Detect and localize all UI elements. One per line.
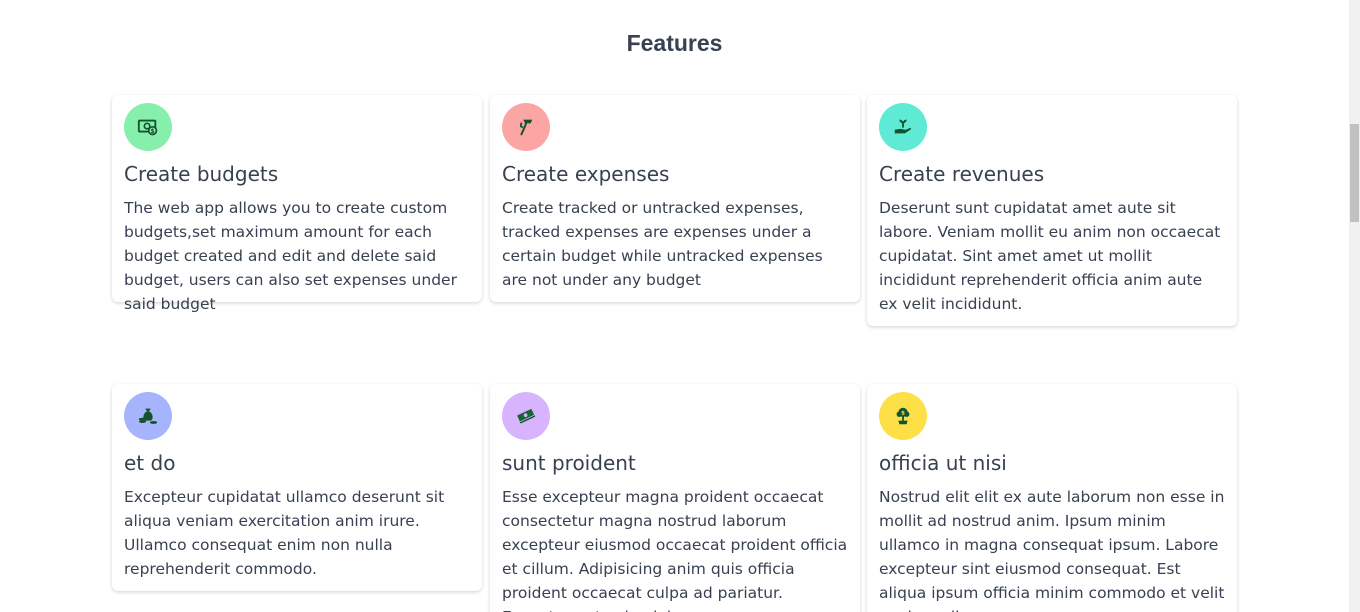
feature-title: officia ut nisi bbox=[879, 451, 1007, 475]
feature-card-officia-ut-nisi: $ officia ut nisi Nostrud elit elit ex a… bbox=[867, 384, 1237, 612]
feature-card-sunt-proident: sunt proident Esse excepteur magna proid… bbox=[490, 384, 860, 612]
hand-holding-money-icon bbox=[502, 103, 550, 151]
feature-card-create-expenses: Create expenses Create tracked or untrac… bbox=[490, 95, 860, 302]
scrollbar-thumb[interactable] bbox=[1350, 124, 1359, 222]
feature-title: Create expenses bbox=[502, 162, 670, 186]
feature-description: Deserunt sunt cupidatat amet aute sit la… bbox=[879, 199, 1221, 313]
svg-text:$: $ bbox=[151, 128, 155, 135]
feature-description: Nostrud elit elit ex aute laborum non es… bbox=[879, 488, 1225, 612]
feature-card-create-budgets: $ Create budgets The web app allows you … bbox=[112, 95, 482, 313]
feature-card-et-do: et do Excepteur cupidatat ullamco deseru… bbox=[112, 384, 482, 591]
feature-card-create-revenues: Create revenues Deserunt sunt cupidatat … bbox=[867, 95, 1237, 326]
feature-description: Esse excepteur magna proident occaecat c… bbox=[502, 488, 848, 612]
money-bill-icon: $ bbox=[124, 103, 172, 151]
feature-description: Excepteur cupidatat ullamco deserunt sit… bbox=[124, 488, 445, 578]
feature-title: Create revenues bbox=[879, 162, 1045, 186]
feature-description: The web app allows you to create custom … bbox=[124, 199, 457, 313]
money-bag-coins-icon bbox=[124, 392, 172, 440]
vertical-scrollbar[interactable] bbox=[1349, 0, 1360, 612]
feature-title: sunt proident bbox=[502, 451, 636, 475]
feature-title: Create budgets bbox=[124, 162, 279, 186]
feature-description: Create tracked or untracked expenses, tr… bbox=[502, 199, 823, 289]
money-tree-icon: $ bbox=[879, 392, 927, 440]
cash-stack-icon bbox=[502, 392, 550, 440]
features-page: Features $ Create budgets The web app al… bbox=[0, 0, 1349, 612]
hand-holding-plant-icon bbox=[879, 103, 927, 151]
svg-text:$: $ bbox=[901, 411, 905, 417]
feature-title: et do bbox=[124, 451, 176, 475]
section-title: Features bbox=[626, 30, 723, 56]
